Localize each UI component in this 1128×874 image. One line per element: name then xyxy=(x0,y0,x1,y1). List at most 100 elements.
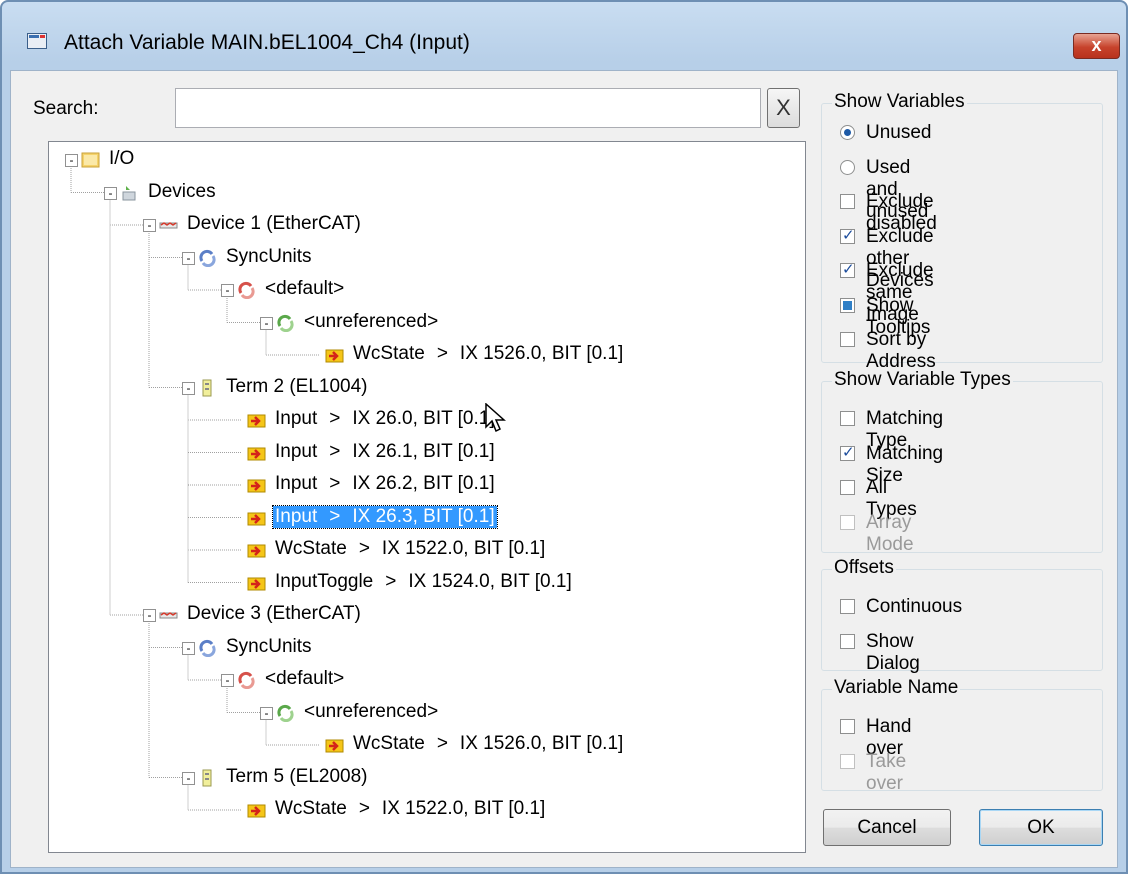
separator: > xyxy=(358,538,370,559)
node-name: Device 3 (EtherCAT) xyxy=(187,603,361,624)
node-address: IX 26.0, BIT [0.1] xyxy=(352,408,495,429)
input-variable-icon xyxy=(247,444,266,462)
input-variable-icon xyxy=(247,574,266,592)
checkbox[interactable] xyxy=(840,297,855,313)
search-label: Search: xyxy=(33,98,99,119)
input-variable-icon xyxy=(247,509,266,527)
ok-button[interactable]: OK xyxy=(979,809,1103,846)
node-name: Input xyxy=(275,473,318,494)
tree-node-label: <unreferenced> xyxy=(302,701,440,723)
node-name: Term 2 (EL1004) xyxy=(226,375,368,397)
collapse-toggle-icon[interactable]: - xyxy=(221,284,234,297)
input-variable-icon xyxy=(325,736,344,754)
collapse-toggle-icon[interactable]: - xyxy=(260,706,273,720)
title-bar[interactable]: Attach Variable MAIN.bEL1004_Ch4 (Input)… xyxy=(2,2,1126,64)
node-name: <default> xyxy=(265,668,345,689)
node-name: Input xyxy=(275,440,318,462)
syncunit-default-icon xyxy=(237,281,256,300)
node-name: I/O xyxy=(109,148,135,169)
separator: > xyxy=(436,733,448,754)
input-variable-icon xyxy=(247,801,266,819)
tree-node-label: WcState > IX 1522.0, BIT [0.1] xyxy=(273,538,547,560)
checkbox[interactable] xyxy=(840,753,855,769)
tree-node-label: Device 1 (EtherCAT) xyxy=(185,213,363,235)
syncunit-default-icon xyxy=(237,671,256,690)
collapse-toggle-icon[interactable]: - xyxy=(182,771,195,785)
show-variables-title: Show Variables xyxy=(832,91,967,113)
input-variable-icon xyxy=(247,541,266,559)
syncunits-icon xyxy=(198,249,217,267)
checkbox[interactable] xyxy=(840,719,855,734)
node-address: IX 1524.0, BIT [0.1] xyxy=(408,570,572,592)
cancel-button[interactable]: Cancel xyxy=(823,809,951,846)
offsets-group: Offsets Continuous Show Dialog xyxy=(821,557,1103,674)
search-input[interactable] xyxy=(175,88,761,128)
tree-node-label: Input > IX 26.3, BIT [0.1] xyxy=(272,504,498,529)
radio-button[interactable] xyxy=(840,159,855,175)
node-name: Devices xyxy=(148,180,216,202)
tree-node-label: Input > IX 26.0, BIT [0.1] xyxy=(273,408,497,430)
tree-node-label: WcState > IX 1526.0, BIT [0.1] xyxy=(351,343,625,365)
node-name: Device 1 (EtherCAT) xyxy=(187,213,361,234)
collapse-toggle-icon[interactable]: - xyxy=(182,381,195,395)
show-variable-types-title: Show Variable Types xyxy=(832,369,1013,391)
checkbox[interactable] xyxy=(840,480,855,495)
tree-node-label: Device 3 (EtherCAT) xyxy=(185,603,363,625)
collapse-toggle-icon[interactable]: - xyxy=(143,609,156,622)
node-name: <default> xyxy=(265,278,345,299)
tree-node-label: SyncUnits xyxy=(224,636,314,658)
collapse-toggle-icon[interactable]: - xyxy=(65,154,78,167)
separator: > xyxy=(358,798,370,819)
search-clear-button[interactable]: X xyxy=(767,88,800,128)
checkbox[interactable] xyxy=(840,194,855,209)
io-folder-icon xyxy=(81,151,100,169)
tree-node-label: Term 5 (EL2008) xyxy=(224,766,370,788)
checkbox[interactable] xyxy=(840,260,855,278)
collapse-toggle-icon[interactable]: - xyxy=(260,316,273,330)
node-name: WcState xyxy=(275,538,347,559)
window-title: Attach Variable MAIN.bEL1004_Ch4 (Input) xyxy=(64,31,470,54)
checkbox[interactable] xyxy=(840,633,855,649)
option-label: Array Mode xyxy=(866,511,914,555)
node-address: IX 26.2, BIT [0.1] xyxy=(352,473,495,494)
show-variables-group: Show Variables Unused Used and unused Excl… xyxy=(821,91,1103,372)
collapse-toggle-icon[interactable]: - xyxy=(143,219,156,232)
checkbox[interactable] xyxy=(840,599,855,614)
collapse-toggle-icon[interactable]: - xyxy=(104,186,117,200)
syncunit-unreferenced-icon xyxy=(276,704,295,722)
variable-tree[interactable]: - I/O - Devices - Device 1 (EtherCAT) - SyncUni… xyxy=(48,141,806,853)
tree-node-label: <default> xyxy=(263,668,346,690)
terminal-icon xyxy=(198,379,217,397)
tree-node-label: SyncUnits xyxy=(224,246,314,268)
node-address: IX 1526.0, BIT [0.1] xyxy=(459,733,624,754)
ethercat-device-icon xyxy=(159,216,178,234)
close-button[interactable]: x xyxy=(1073,33,1120,59)
option-label: Unused xyxy=(866,122,932,143)
app-icon xyxy=(27,33,47,49)
checkbox[interactable] xyxy=(840,514,855,530)
node-name: SyncUnits xyxy=(226,635,312,657)
node-name: <unreferenced> xyxy=(304,700,439,722)
node-address: IX 1522.0, BIT [0.1] xyxy=(381,538,546,559)
collapse-toggle-icon[interactable]: - xyxy=(182,251,195,265)
option-label: Take over xyxy=(866,750,907,794)
syncunit-unreferenced-icon xyxy=(276,314,295,332)
node-name: Input xyxy=(275,505,318,527)
separator: > xyxy=(329,408,341,429)
separator: > xyxy=(329,473,341,494)
checkbox[interactable] xyxy=(840,332,855,347)
node-address: IX 1526.0, BIT [0.1] xyxy=(459,343,624,364)
node-name: <unreferenced> xyxy=(304,310,439,332)
tree-node-label: WcState > IX 1526.0, BIT [0.1] xyxy=(351,733,625,755)
collapse-toggle-icon[interactable]: - xyxy=(221,674,234,687)
offsets-title: Offsets xyxy=(832,557,896,579)
radio-button[interactable] xyxy=(840,125,855,140)
collapse-toggle-icon[interactable]: - xyxy=(182,641,195,655)
variable-name-group: Variable Name Hand over Take over xyxy=(821,677,1103,794)
checkbox[interactable] xyxy=(840,443,855,461)
checkbox[interactable] xyxy=(840,226,855,244)
checkbox[interactable] xyxy=(840,411,855,426)
tree-node-label: I/O xyxy=(107,148,136,170)
option-label: Continuous xyxy=(866,596,963,617)
tree-node-label: WcState > IX 1522.0, BIT [0.1] xyxy=(273,798,547,820)
